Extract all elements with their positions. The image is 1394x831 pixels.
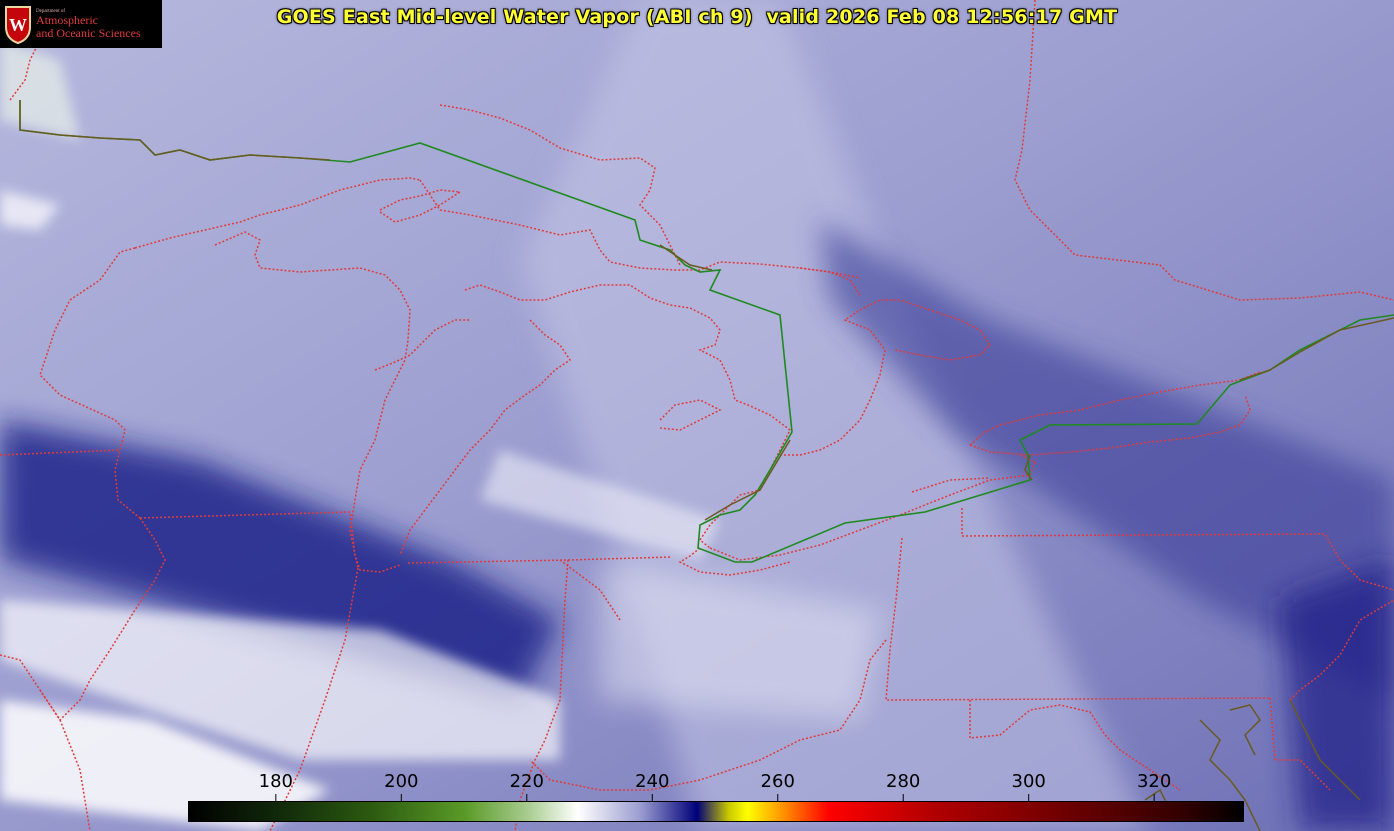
- colorbar-tick-label: 220: [509, 771, 544, 792]
- colorbar-tick-label: 200: [384, 771, 419, 792]
- colorbar-tick-label: 180: [258, 771, 294, 792]
- colorbar-tick-label: 280: [886, 771, 921, 792]
- uw-crest-icon: W: [3, 3, 33, 45]
- temperature-colorbar: [188, 801, 1244, 822]
- logo-line-1: Atmospheric: [36, 13, 98, 28]
- water-vapor-map: [0, 0, 1394, 831]
- colorbar-tick-label: 320: [1136, 771, 1172, 792]
- logo-line-2: and Oceanic Sciences: [36, 25, 141, 40]
- colorbar-tick-label: 240: [635, 771, 670, 792]
- crest-letter: W: [9, 15, 27, 35]
- colorbar-tick-label: 260: [760, 771, 795, 792]
- aos-logo: W Department of Atmospheric and Oceanic …: [0, 0, 162, 48]
- map-title: GOES East Mid-level Water Vapor (ABI ch …: [276, 6, 1118, 28]
- colorbar-tick-label: 300: [1011, 771, 1046, 792]
